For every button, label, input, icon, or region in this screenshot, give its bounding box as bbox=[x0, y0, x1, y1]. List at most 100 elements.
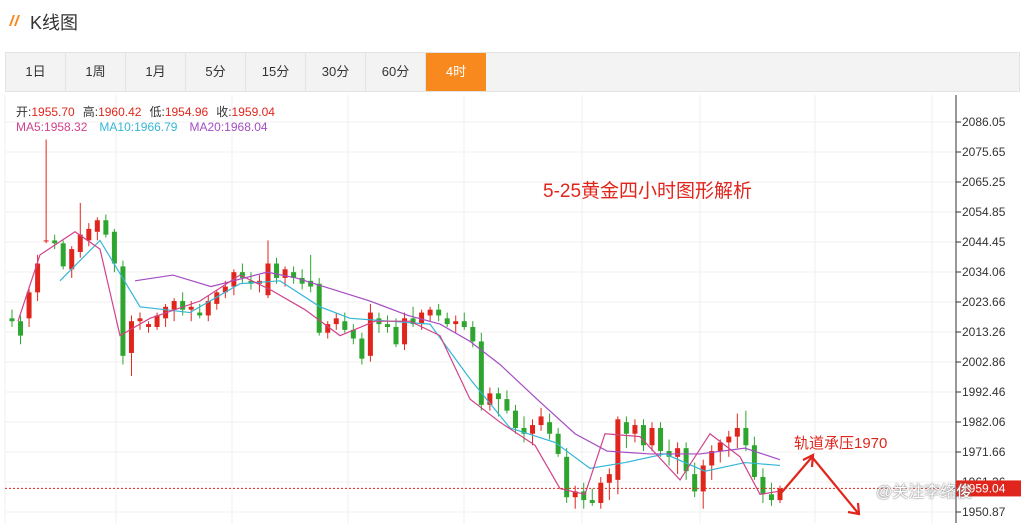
candle-body bbox=[43, 240, 49, 242]
candle-body bbox=[316, 283, 322, 333]
candle-body bbox=[495, 393, 501, 400]
candle-body bbox=[564, 456, 570, 498]
candle-body bbox=[760, 477, 766, 495]
ma5-value: 1958.32 bbox=[44, 120, 88, 134]
page-title: K线图 bbox=[30, 13, 79, 33]
candle-body bbox=[436, 309, 442, 316]
y-tick-label: 2065.25 bbox=[962, 175, 1006, 189]
candlestick-chart[interactable]: 2086.05 2075.65 2065.25 2054.85 2044.45 2034.… bbox=[0, 92, 1021, 525]
tab-1m[interactable]: 1月 bbox=[126, 53, 186, 91]
candle-body bbox=[137, 318, 143, 322]
candle-body bbox=[180, 301, 186, 310]
candle-body bbox=[461, 321, 467, 327]
y-tick-label: 1971.66 bbox=[962, 445, 1006, 459]
candle-body bbox=[675, 448, 681, 457]
candle-body bbox=[367, 312, 373, 356]
ma10-value: 1966.79 bbox=[134, 120, 178, 134]
watermark: @关注李络俊 bbox=[876, 484, 973, 501]
candle-body bbox=[512, 410, 518, 428]
open-label: 开: bbox=[16, 105, 32, 119]
candle-body bbox=[60, 243, 66, 267]
candle-body bbox=[538, 416, 544, 426]
close-value: 1959.04 bbox=[231, 105, 275, 119]
y-tick-label: 2034.06 bbox=[962, 265, 1006, 279]
candle-body bbox=[768, 494, 774, 501]
tab-30min[interactable]: 30分 bbox=[306, 53, 366, 91]
arrow-down bbox=[811, 456, 859, 514]
y-tick-label: 2002.86 bbox=[962, 355, 1006, 369]
candle-body bbox=[9, 318, 15, 322]
ma10-line bbox=[59, 239, 781, 472]
tab-15min[interactable]: 15分 bbox=[246, 53, 306, 91]
candle-body bbox=[69, 249, 75, 270]
y-tick-label: 2013.26 bbox=[962, 325, 1006, 339]
annotation-arrows bbox=[781, 453, 861, 516]
candle-body bbox=[530, 425, 536, 434]
candle-body bbox=[606, 474, 612, 483]
y-tick-label: 2044.45 bbox=[962, 235, 1006, 249]
candle-body bbox=[128, 321, 134, 353]
open-value: 1955.70 bbox=[31, 105, 75, 119]
candle-body bbox=[333, 318, 339, 325]
candle-body bbox=[111, 231, 117, 264]
header: K线图 bbox=[0, 0, 1021, 42]
candle-body bbox=[658, 427, 664, 452]
y-tick-label: 2075.65 bbox=[962, 145, 1006, 159]
candle-body bbox=[726, 436, 732, 443]
y-tick-label: 1950.87 bbox=[962, 505, 1006, 519]
candle-body bbox=[649, 427, 655, 446]
candle-body bbox=[504, 399, 510, 411]
tab-1d[interactable]: 1日 bbox=[6, 53, 66, 91]
logo-icon bbox=[9, 15, 20, 26]
tab-1w[interactable]: 1周 bbox=[66, 53, 126, 91]
ma5-label: MA5: bbox=[16, 120, 45, 134]
candle-body bbox=[444, 318, 450, 325]
candle-body bbox=[86, 228, 92, 241]
candle-body bbox=[342, 321, 348, 330]
candle-body bbox=[18, 321, 24, 336]
candle-body bbox=[120, 266, 126, 356]
period-tabs: 1日 1周 1月 5分 15分 30分 60分 4时 bbox=[5, 52, 1020, 92]
ma10-label: MA10: bbox=[99, 120, 135, 134]
candle-body bbox=[453, 321, 459, 325]
arrow-up bbox=[781, 456, 813, 493]
low-label: 低: bbox=[149, 105, 165, 119]
low-value: 1954.96 bbox=[164, 105, 209, 119]
y-tick-label: 2054.85 bbox=[962, 205, 1006, 219]
candle-body bbox=[734, 427, 740, 437]
candle-body bbox=[751, 445, 757, 478]
candle-body bbox=[359, 338, 365, 359]
candle-body bbox=[598, 482, 604, 503]
candle-body bbox=[777, 488, 783, 501]
candle-body bbox=[171, 301, 177, 310]
tab-60min[interactable]: 60分 bbox=[366, 53, 426, 91]
ma5-line bbox=[17, 231, 779, 496]
candle-body bbox=[427, 309, 433, 316]
y-tick-label: 1992.46 bbox=[962, 385, 1006, 399]
candle-body bbox=[393, 326, 399, 345]
candle-body bbox=[146, 324, 152, 327]
y-tick-label: 2086.05 bbox=[962, 115, 1006, 129]
candle-body bbox=[94, 220, 100, 232]
candle-body bbox=[26, 292, 32, 319]
chart-annotation-title: 5-25黄金四小时图形解析 bbox=[543, 181, 753, 202]
high-value: 1960.42 bbox=[98, 105, 142, 119]
ohlc-info: 开:1955.70 高:1960.42 低:1954.96 收:1959.04 bbox=[16, 103, 275, 120]
candle-body bbox=[632, 425, 638, 434]
candle-body bbox=[615, 419, 621, 480]
candle-body bbox=[384, 324, 390, 327]
candle-body bbox=[103, 220, 109, 235]
candle-body bbox=[623, 422, 629, 434]
ma20-value: 1968.04 bbox=[224, 120, 268, 134]
candle-body bbox=[265, 263, 271, 296]
tab-5min[interactable]: 5分 bbox=[186, 53, 246, 91]
ma-info: MA5:1958.32 MA10:1966.79 MA20:1968.04 bbox=[16, 120, 268, 134]
candle-body bbox=[470, 326, 476, 342]
candle-body bbox=[547, 422, 553, 434]
tab-4h[interactable]: 4时 bbox=[426, 53, 486, 91]
y-tick-label: 2023.66 bbox=[962, 295, 1006, 309]
ma20-label: MA20: bbox=[189, 120, 225, 134]
candle-body bbox=[274, 263, 280, 278]
ma-lines: 1959.04 bbox=[5, 231, 1021, 497]
candle-body bbox=[589, 500, 595, 503]
